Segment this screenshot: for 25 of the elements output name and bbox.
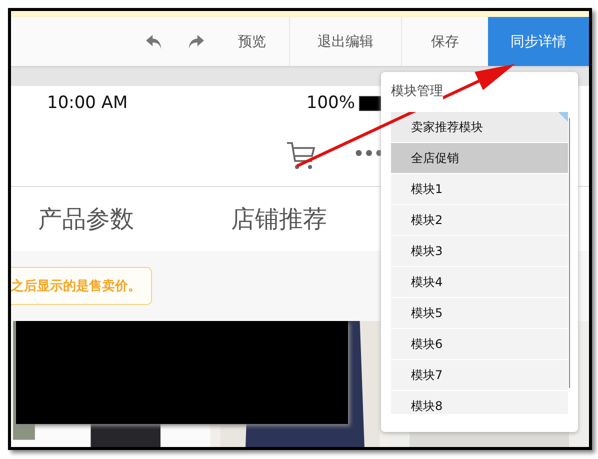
- module-item[interactable]: 卖家推荐模块: [391, 112, 568, 142]
- page-tab[interactable]: 店铺推荐: [231, 203, 327, 235]
- module-item[interactable]: 模块4: [391, 267, 568, 297]
- page-tab[interactable]: 产品参数: [38, 203, 134, 235]
- toolbar-button[interactable]: 预览: [215, 17, 289, 66]
- module-item[interactable]: 模块5: [391, 298, 568, 328]
- redo-icon[interactable]: [186, 33, 205, 50]
- module-item[interactable]: 模块6: [391, 329, 568, 359]
- cart-icon[interactable]: [285, 139, 317, 171]
- module-item[interactable]: 模块2: [391, 205, 568, 235]
- module-item[interactable]: 模块8: [391, 391, 568, 414]
- status-time: 10:00 AM: [47, 93, 128, 113]
- module-item[interactable]: 模块7: [391, 360, 568, 390]
- menu-title: 模块管理: [391, 72, 443, 112]
- undo-icon[interactable]: [145, 33, 164, 50]
- toolbar-button[interactable]: 同步详情: [488, 17, 589, 66]
- toolbar-button[interactable]: 保存: [402, 17, 488, 66]
- module-item[interactable]: 模块1: [391, 174, 568, 204]
- price-notice: 之后显示的是售卖价。: [11, 267, 152, 305]
- module-item[interactable]: 全店促销: [391, 143, 568, 173]
- more-icon[interactable]: [355, 149, 383, 157]
- battery-level: 100%: [306, 93, 355, 113]
- toolbar-button[interactable]: 退出编辑: [289, 17, 402, 66]
- scrollbar[interactable]: [569, 118, 570, 388]
- module-item[interactable]: 模块3: [391, 236, 568, 266]
